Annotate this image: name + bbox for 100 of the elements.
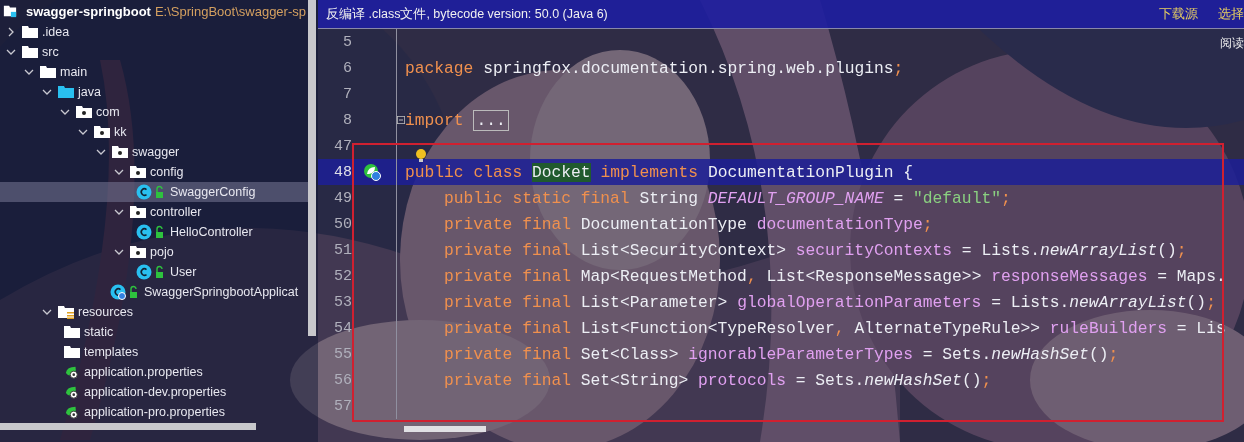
- line-number: 7: [342, 85, 352, 103]
- tree-item[interactable]: kk: [0, 122, 308, 142]
- package-icon: [94, 125, 110, 139]
- tree-item-label: com: [96, 105, 120, 119]
- code-line: private final Set<String> protocols = Sets.newHashSet();: [444, 370, 992, 390]
- tree-item-label: User: [170, 265, 197, 279]
- tree-item[interactable]: controller: [0, 202, 308, 222]
- code-line: private final List<Parameter> globalOperationParameters = Lists.newArrayList();: [444, 292, 1216, 312]
- tree-item-label: SwaggerConfig: [170, 185, 256, 199]
- tree-item-label: pojo: [150, 245, 174, 259]
- folder-icon: [64, 325, 80, 339]
- chevron-down-icon[interactable]: [96, 147, 106, 157]
- tree-item-label: kk: [114, 125, 127, 139]
- line-number: 49: [333, 189, 352, 207]
- chevron-down-icon[interactable]: [114, 207, 124, 217]
- code-line: private final Map<RequestMethod, List<ResponseMessage>> responseMessages = Maps.: [444, 266, 1226, 286]
- tree-item[interactable]: config: [0, 162, 308, 182]
- chevron-down-icon[interactable]: [114, 247, 124, 257]
- tree-item[interactable]: User: [0, 262, 308, 282]
- tree-item-label: SwaggerSpringbootApplicat: [144, 285, 299, 299]
- tree-item[interactable]: SwaggerSpringbootApplicat: [0, 282, 308, 302]
- tree-item[interactable]: main: [0, 62, 308, 82]
- line-number: 53: [333, 293, 352, 311]
- chevron-down-icon[interactable]: [42, 87, 52, 97]
- tree-item-label: templates: [84, 345, 139, 359]
- folder-icon: [22, 25, 38, 39]
- tree-item-label: config: [150, 165, 184, 179]
- tree-item[interactable]: application.properties: [0, 362, 308, 382]
- folder-icon: [40, 65, 56, 79]
- line-number: 5: [342, 33, 352, 51]
- package-icon: [112, 145, 128, 159]
- folder-icon: [64, 345, 80, 359]
- project-folder-icon: [2, 4, 18, 18]
- scrollbar[interactable]: [0, 423, 256, 430]
- line-number: 48: [333, 163, 352, 181]
- package-icon: [130, 165, 146, 179]
- line-number: 47: [333, 137, 352, 155]
- class-icon: [136, 224, 166, 240]
- tree-item[interactable]: application-dev.properties: [0, 382, 308, 402]
- line-number: 55: [333, 345, 352, 363]
- line-number: 6: [342, 59, 352, 77]
- line-number: 51: [333, 241, 352, 259]
- folder-icon: [58, 85, 74, 99]
- chevron-down-icon[interactable]: [24, 67, 34, 77]
- chevron-down-icon[interactable]: [114, 167, 124, 177]
- class-icon: [136, 184, 166, 200]
- tree-item-label: static: [84, 325, 114, 339]
- tree-item[interactable]: application-pro.properties: [0, 402, 308, 422]
- tree-item[interactable]: templates: [0, 342, 308, 362]
- scrollbar[interactable]: [404, 426, 486, 432]
- line-number: 56: [333, 371, 352, 389]
- package-icon: [130, 205, 146, 219]
- package-icon: [76, 105, 92, 119]
- tree-item-label: swagger: [132, 145, 180, 159]
- chevron-down-icon[interactable]: [78, 127, 88, 137]
- code-line: public static final String DEFAULT_GROUP_NAME = "default";: [444, 188, 1011, 208]
- tree-item-label: src: [42, 45, 59, 59]
- tree-item[interactable]: pojo: [0, 242, 308, 262]
- reader-mode-link[interactable]: 阅读: [1220, 35, 1244, 52]
- tree-item-label: .idea: [42, 25, 70, 39]
- package-icon: [130, 245, 146, 259]
- lightbulb-icon[interactable]: [415, 148, 427, 164]
- code-line: private final List<SecurityContext> securityContexts = Lists.newArrayList();: [444, 240, 1187, 260]
- tree-item-label: application-dev.properties: [84, 385, 227, 399]
- tree-item-label: main: [60, 65, 88, 79]
- scrollbar[interactable]: [308, 0, 316, 336]
- tree-item-label: controller: [150, 205, 202, 219]
- code-line: private final Set<Class> ignorableParameterTypes = Sets.newHashSet();: [444, 344, 1119, 364]
- project-name: swagger-springboot: [26, 3, 151, 19]
- tree-item-label: java: [78, 85, 101, 99]
- settings-file-icon: [64, 405, 80, 419]
- tree-item[interactable]: static: [0, 322, 308, 342]
- banner-text: 反编译 .class文件, bytecode version: 50.0 (Java 6): [326, 5, 608, 23]
- tree-item-label: HelloController: [170, 225, 253, 239]
- tree-item[interactable]: HelloController: [0, 222, 308, 242]
- tree-item[interactable]: swagger: [0, 142, 308, 162]
- tree-item[interactable]: SwaggerConfig: [0, 182, 308, 202]
- code-line: import ...: [405, 110, 509, 130]
- line-number: 54: [333, 319, 352, 337]
- tree-item[interactable]: .idea: [0, 22, 308, 42]
- tree-item[interactable]: java: [0, 82, 308, 102]
- tree-item[interactable]: src: [0, 42, 308, 62]
- chevron-down-icon[interactable]: [42, 307, 52, 317]
- tree-item-label: application-pro.properties: [84, 405, 226, 419]
- tree-item-label: resources: [78, 305, 133, 319]
- class-icon: [136, 264, 166, 280]
- settings-file-icon: [64, 385, 80, 399]
- code-line: public class Docket implements DocumentationPlugin {: [405, 162, 914, 182]
- tree-item[interactable]: com: [0, 102, 308, 122]
- chevron-down-icon[interactable]: [6, 47, 16, 57]
- tree-item[interactable]: resources: [0, 302, 308, 322]
- bean-icon[interactable]: [363, 163, 381, 181]
- chevron-right-icon[interactable]: [6, 27, 16, 37]
- code-line: private final DocumentationType documentationType;: [444, 214, 933, 234]
- banner-link[interactable]: 下载源: [1159, 5, 1198, 23]
- fold-marker-icon[interactable]: [397, 115, 405, 125]
- line-number: 57: [333, 397, 352, 415]
- chevron-down-icon[interactable]: [60, 107, 70, 117]
- spring-class-icon: [110, 284, 140, 300]
- banner-link[interactable]: 选择: [1218, 5, 1244, 23]
